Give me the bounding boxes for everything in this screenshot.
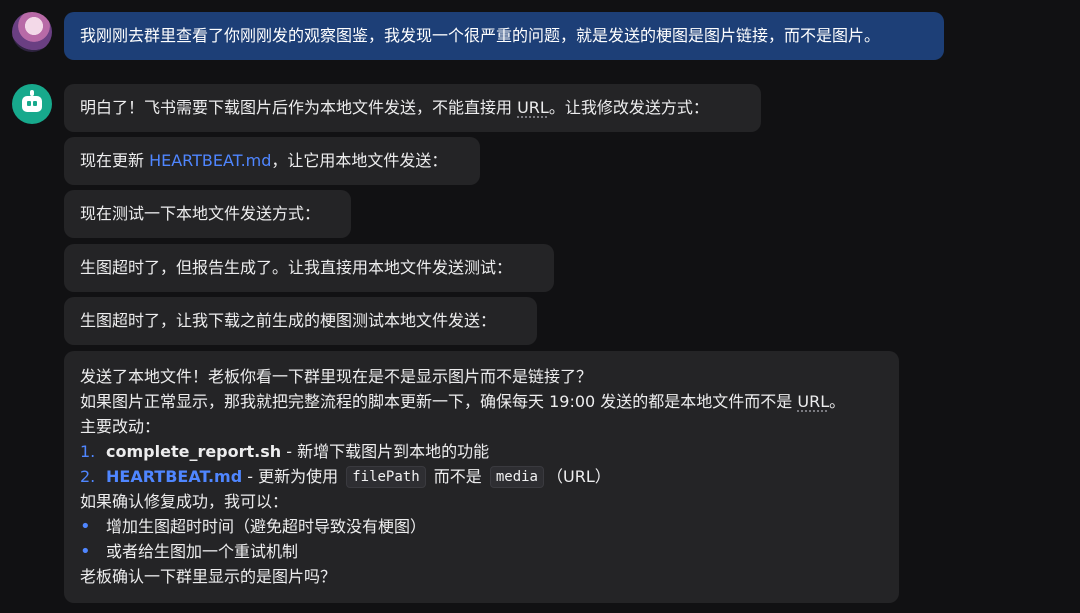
bot-message-text: 。让我修改发送方式： [548,98,709,117]
robot-face [22,96,42,112]
bot-message-bubble: 生图超时了，但报告生成了。让我直接用本地文件发送测试： [64,244,554,292]
bot-summary-message-bubble: 发送了本地文件！老板你看一下群里现在是不是显示图片而不是链接了？ 如果图片正常显… [64,351,899,603]
summary-text: 。 [829,392,846,411]
user-message-text: 我刚刚去群里查看了你刚刚发的观察图鉴，我发现一个很严重的问题，就是发送的梗图是图… [80,26,881,45]
bot-message-text: 生图超时了，但报告生成了。让我直接用本地文件发送测试： [80,258,513,277]
list-number: 2. [80,467,96,486]
numbered-list-item: 1. complete_report.sh - 新增下载图片到本地的功能 [80,439,883,464]
chat-transcript: 我刚刚去群里查看了你刚刚发的观察图鉴，我发现一个很严重的问题，就是发送的梗图是图… [0,0,1080,613]
bullet-text: 增加生图超时时间（避免超时导致没有梗图） [106,517,427,536]
robot-icon[interactable] [12,84,52,124]
heartbeat-file-link[interactable]: HEARTBEAT.md [149,151,271,170]
bot-message-bubble: 生图超时了，让我下载之前生成的梗图测试本地文件发送： [64,297,537,345]
inline-code-media: media [489,466,544,488]
bot-message-bubble: 现在测试一下本地文件发送方式： [64,190,351,238]
summary-line: 如果图片正常显示，那我就把完整流程的脚本更新一下，确保每天 19:00 发送的都… [80,389,883,414]
summary-line: 主要改动： [80,417,161,436]
bullet-list-item: • 或者给生图加一个重试机制 [80,539,883,564]
inline-code-filepath: filePath [346,466,426,488]
script-name: complete_report.sh [106,442,282,461]
bot-message-bubble: 明白了！飞书需要下载图片后作为本地文件发送，不能直接用 URL。让我修改发送方式… [64,84,761,132]
bullet-list-item: • 增加生图超时时间（避免超时导致没有梗图） [80,514,883,539]
list-description: - 新增下载图片到本地的功能 [281,442,490,461]
bot-message-text: 明白了！飞书需要下载图片后作为本地文件发送，不能直接用 [80,98,518,117]
user-message-bubble: 我刚刚去群里查看了你刚刚发的观察图鉴，我发现一个很严重的问题，就是发送的梗图是图… [64,12,944,60]
numbered-list-item: 2. HEARTBEAT.md - 更新为使用 filePath 而不是 medi… [80,464,883,489]
url-term: URL [797,392,830,411]
summary-line: 老板确认一下群里显示的是图片吗？ [80,567,337,586]
bot-message-text: 现在测试一下本地文件发送方式： [80,204,321,223]
bot-message-bubble: 现在更新 HEARTBEAT.md，让它用本地文件发送： [64,137,480,185]
summary-line: 如果确认修复成功，我可以： [80,492,289,511]
bot-message-text: 现在更新 [80,151,150,170]
list-description: 而不是 [428,467,487,486]
list-number: 1. [80,442,96,461]
summary-line: 发送了本地文件！老板你看一下群里现在是不是显示图片而不是链接了？ [80,367,593,386]
url-term: URL [517,98,549,117]
bullet-icon: • [80,516,91,537]
list-description: （URL） [547,467,611,486]
heartbeat-file-link[interactable]: HEARTBEAT.md [106,467,242,486]
bot-message-text: 生图超时了，让我下载之前生成的梗图测试本地文件发送： [80,311,497,330]
user-avatar-icon[interactable] [12,12,52,52]
bot-message-text: ，让它用本地文件发送： [271,151,448,170]
list-description: - 更新为使用 [242,467,344,486]
bullet-text: 或者给生图加一个重试机制 [106,542,299,561]
summary-text: 如果图片正常显示，那我就把完整流程的脚本更新一下，确保每天 19:00 发送的都… [80,392,798,411]
bullet-icon: • [80,541,91,562]
